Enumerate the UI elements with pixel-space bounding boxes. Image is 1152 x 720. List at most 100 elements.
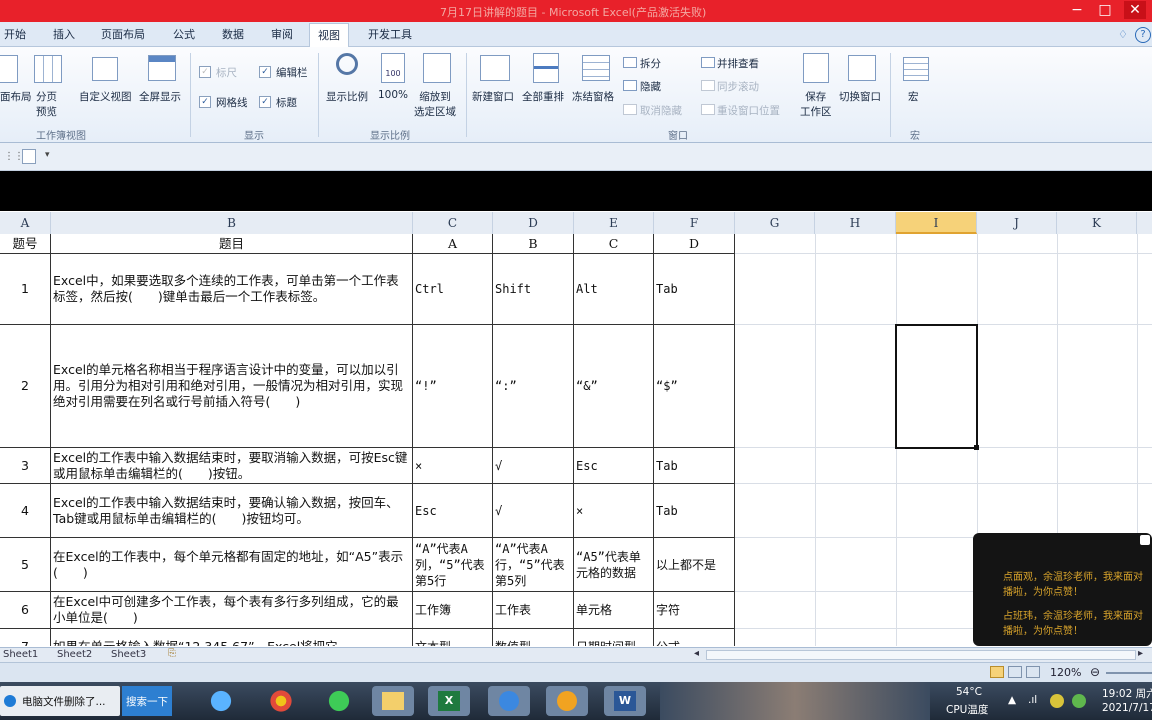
- switch-windows-button[interactable]: 切换窗口: [839, 89, 881, 104]
- table-cell[interactable]: 文本型: [413, 629, 493, 646]
- reset-window-position-button[interactable]: 重设窗口位置: [717, 103, 780, 118]
- split-button[interactable]: 拆分: [640, 56, 661, 71]
- new-window-button[interactable]: 新建窗口: [472, 89, 514, 104]
- view-side-by-side-button[interactable]: 并排查看: [717, 56, 759, 71]
- scroll-left-icon[interactable]: ◂: [694, 648, 699, 659]
- column-header-a[interactable]: A: [0, 212, 51, 234]
- word-icon[interactable]: W: [604, 686, 646, 716]
- table-cell[interactable]: “&”: [574, 325, 654, 448]
- page-break-view-icon[interactable]: [1026, 666, 1040, 678]
- custom-views-button[interactable]: 自定义视图: [79, 89, 132, 104]
- table-cell[interactable]: 5: [0, 538, 51, 592]
- unhide-button[interactable]: 取消隐藏: [640, 103, 682, 118]
- table-cell[interactable]: ×: [574, 484, 654, 538]
- table-cell[interactable]: “A”代表A行，“5”代表第5列: [493, 538, 574, 592]
- zoom-slider[interactable]: [1106, 672, 1152, 674]
- column-header-g[interactable]: G: [735, 212, 815, 234]
- scroll-right-icon[interactable]: ▸: [1138, 648, 1143, 659]
- zoom-button[interactable]: 显示比例: [326, 89, 368, 104]
- help-icon[interactable]: ?: [1135, 27, 1151, 43]
- save-workspace-button[interactable]: 保存 工作区: [800, 89, 832, 119]
- 360-browser-icon[interactable]: [318, 686, 360, 716]
- table-cell[interactable]: Excel的单元格名称相当于程序语言设计中的变量，可以加以引用。引用分为相对引用…: [51, 325, 413, 448]
- table-header-cell[interactable]: C: [574, 234, 654, 254]
- tray-security-icon[interactable]: [1072, 694, 1086, 708]
- table-cell[interactable]: 2: [0, 325, 51, 448]
- chrome-browser-icon[interactable]: [260, 686, 302, 716]
- table-cell[interactable]: Tab: [654, 254, 735, 325]
- zoom-selection-button[interactable]: 缩放到 选定区域: [414, 89, 456, 119]
- clock-date[interactable]: 2021/7/17: [1102, 702, 1152, 714]
- maximize-button[interactable]: □: [1094, 1, 1116, 19]
- table-cell[interactable]: Ctrl: [413, 254, 493, 325]
- table-cell[interactable]: ×: [413, 448, 493, 484]
- customize-qat-icon[interactable]: ▾: [45, 150, 50, 160]
- sheet-tab-2[interactable]: Sheet2: [57, 649, 92, 660]
- column-header-i[interactable]: I: [896, 212, 977, 234]
- table-cell[interactable]: Shift: [493, 254, 574, 325]
- table-cell[interactable]: Esc: [574, 448, 654, 484]
- tab-developer[interactable]: 开发工具: [368, 26, 412, 42]
- arrange-all-button[interactable]: 全部重排: [522, 89, 564, 104]
- insert-sheet-icon[interactable]: ⎘: [168, 648, 176, 659]
- table-header-cell[interactable]: 题目: [51, 234, 413, 254]
- recorder-icon[interactable]: [546, 686, 588, 716]
- tab-view[interactable]: 视图: [309, 23, 349, 48]
- table-cell[interactable]: 6: [0, 592, 51, 629]
- tray-app-icon[interactable]: [1050, 694, 1064, 708]
- sheet-tab-1[interactable]: Sheet1: [3, 649, 38, 660]
- formula-bar-checkbox[interactable]: ✓: [259, 66, 271, 78]
- column-header-j[interactable]: J: [977, 212, 1057, 234]
- table-cell[interactable]: 数值型: [493, 629, 574, 646]
- table-header-cell[interactable]: A: [413, 234, 493, 254]
- table-cell[interactable]: √: [493, 448, 574, 484]
- table-cell[interactable]: 单元格: [574, 592, 654, 629]
- synchronous-scrolling-button[interactable]: 同步滚动: [717, 79, 759, 94]
- freeze-panes-button[interactable]: 冻结窗格: [572, 89, 614, 104]
- minimize-ribbon-icon[interactable]: ♢: [1118, 28, 1128, 41]
- tab-insert[interactable]: 插入: [53, 26, 75, 42]
- column-header-e[interactable]: E: [574, 212, 654, 234]
- zoom-out-button[interactable]: ⊖: [1090, 665, 1100, 679]
- table-cell[interactable]: 在Excel中可创建多个工作表，每个表有多行多列组成，它的最小单位是( ): [51, 592, 413, 629]
- column-header-f[interactable]: F: [654, 212, 735, 234]
- column-header-k[interactable]: K: [1057, 212, 1137, 234]
- table-cell[interactable]: “!”: [413, 325, 493, 448]
- table-cell[interactable]: 以上都不是: [654, 538, 735, 592]
- tab-page-layout[interactable]: 页面布局: [101, 26, 145, 42]
- tab-review[interactable]: 审阅: [271, 26, 293, 42]
- hide-button[interactable]: 隐藏: [640, 79, 661, 94]
- table-cell[interactable]: “$”: [654, 325, 735, 448]
- table-cell[interactable]: 7: [0, 629, 51, 646]
- table-cell[interactable]: Excel的工作表中输入数据结束时，要确认输入数据，按回车、Tab键或用鼠标单击…: [51, 484, 413, 538]
- table-cell[interactable]: Alt: [574, 254, 654, 325]
- table-cell[interactable]: 公式: [654, 629, 735, 646]
- minimize-button[interactable]: −: [1066, 1, 1088, 19]
- table-cell[interactable]: 日期时间型: [574, 629, 654, 646]
- tab-data[interactable]: 数据: [222, 26, 244, 42]
- zoom-level[interactable]: 120%: [1050, 666, 1081, 679]
- column-header-h[interactable]: H: [815, 212, 896, 234]
- search-box[interactable]: 搜索一下: [122, 686, 172, 716]
- zoom-100-button[interactable]: 100%: [378, 89, 408, 101]
- close-button[interactable]: ✕: [1124, 1, 1146, 19]
- excel-icon[interactable]: X: [428, 686, 470, 716]
- horizontal-scrollbar[interactable]: [706, 650, 1136, 660]
- gridlines-checkbox[interactable]: ✓: [199, 96, 211, 108]
- table-cell[interactable]: “A5”代表单元格的数据: [574, 538, 654, 592]
- page-break-preview-button[interactable]: 分页 预览: [36, 89, 57, 119]
- table-header-cell[interactable]: B: [493, 234, 574, 254]
- page-layout-view-icon[interactable]: [1008, 666, 1022, 678]
- macros-button[interactable]: 宏: [908, 89, 919, 104]
- popup-close-icon[interactable]: [1140, 535, 1150, 545]
- table-cell[interactable]: 4: [0, 484, 51, 538]
- ie-browser-icon[interactable]: [200, 686, 242, 716]
- table-cell[interactable]: Esc: [413, 484, 493, 538]
- table-header-cell[interactable]: 题号: [0, 234, 51, 254]
- table-cell[interactable]: √: [493, 484, 574, 538]
- table-header-cell[interactable]: D: [654, 234, 735, 254]
- clock-time[interactable]: 19:02 周六: [1102, 686, 1152, 701]
- column-header-d[interactable]: D: [493, 212, 574, 234]
- tab-home[interactable]: 开始: [4, 26, 26, 42]
- app-icon[interactable]: [488, 686, 530, 716]
